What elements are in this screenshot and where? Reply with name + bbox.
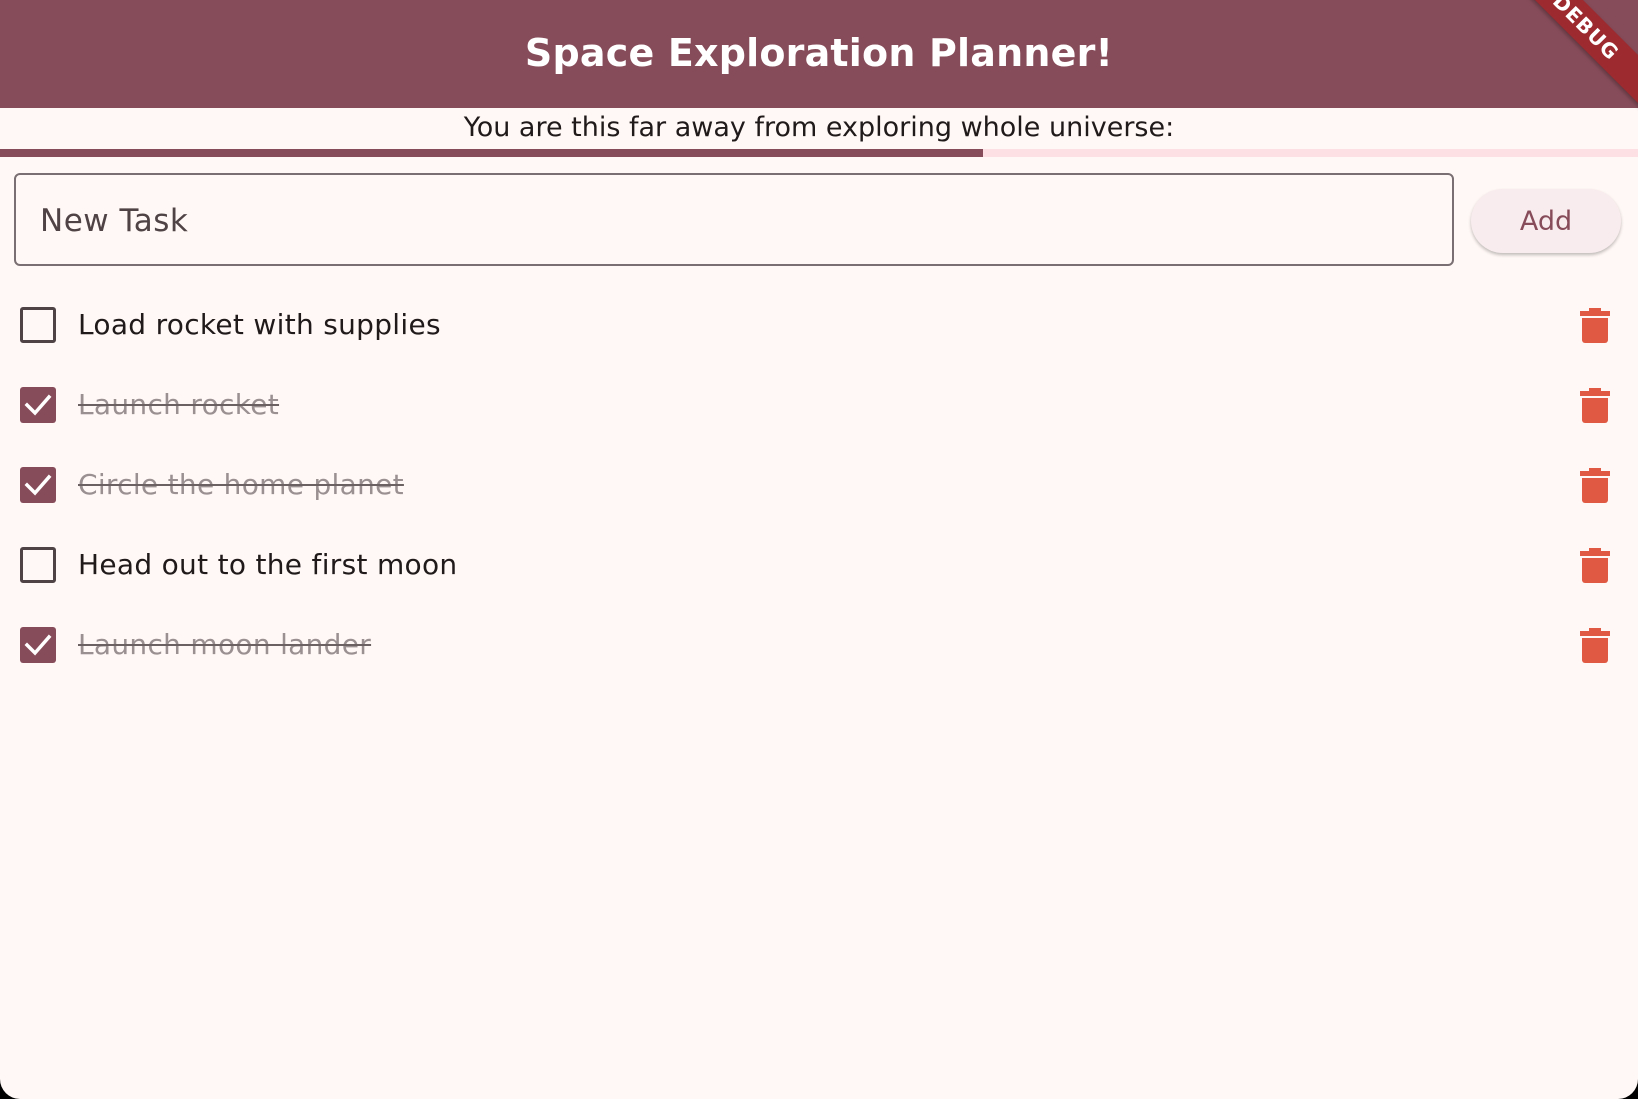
debug-label: DEBUG bbox=[1548, 0, 1624, 65]
task-checkbox[interactable] bbox=[20, 627, 56, 663]
new-task-input[interactable] bbox=[38, 175, 1432, 266]
delete-task-button[interactable] bbox=[1575, 385, 1615, 425]
progress-label: You are this far away from exploring who… bbox=[463, 112, 1175, 143]
task-checkbox[interactable] bbox=[20, 467, 56, 503]
debug-banner: DEBUG bbox=[1496, 0, 1638, 117]
trash-icon bbox=[1580, 628, 1610, 663]
task-label: Load rocket with supplies bbox=[78, 308, 441, 341]
check-icon bbox=[24, 474, 52, 496]
task-label: Head out to the first moon bbox=[78, 548, 458, 581]
app-title: Space Exploration Planner! bbox=[524, 31, 1114, 75]
check-icon bbox=[24, 394, 52, 416]
task-row: Circle the home planet bbox=[0, 445, 1638, 525]
app-window: Space Exploration Planner! DEBUG You are… bbox=[0, 0, 1638, 1099]
task-checkbox[interactable] bbox=[20, 547, 56, 583]
new-task-field[interactable] bbox=[14, 173, 1454, 266]
delete-task-button[interactable] bbox=[1575, 465, 1615, 505]
trash-icon bbox=[1580, 468, 1610, 503]
app-bar: Space Exploration Planner! DEBUG bbox=[0, 0, 1638, 117]
task-row: Launch moon lander bbox=[0, 605, 1638, 685]
task-checkbox[interactable] bbox=[20, 307, 56, 343]
check-icon bbox=[24, 634, 52, 656]
progress-bar-fill bbox=[0, 149, 983, 157]
task-row: Launch rocket bbox=[0, 365, 1638, 445]
task-row: Load rocket with supplies bbox=[0, 285, 1638, 365]
trash-icon bbox=[1580, 308, 1610, 343]
trash-icon bbox=[1580, 388, 1610, 423]
task-checkbox[interactable] bbox=[20, 387, 56, 423]
task-label: Launch moon lander bbox=[78, 628, 372, 661]
task-label: Launch rocket bbox=[78, 388, 280, 421]
task-list: Load rocket with supplies Launch rocket … bbox=[0, 285, 1638, 685]
delete-task-button[interactable] bbox=[1575, 305, 1615, 345]
trash-icon bbox=[1580, 548, 1610, 583]
delete-task-button[interactable] bbox=[1575, 625, 1615, 665]
delete-task-button[interactable] bbox=[1575, 545, 1615, 585]
task-row: Head out to the first moon bbox=[0, 525, 1638, 605]
task-label: Circle the home planet bbox=[78, 468, 404, 501]
add-task-button[interactable]: Add bbox=[1471, 189, 1621, 253]
progress-bar bbox=[0, 149, 1638, 157]
